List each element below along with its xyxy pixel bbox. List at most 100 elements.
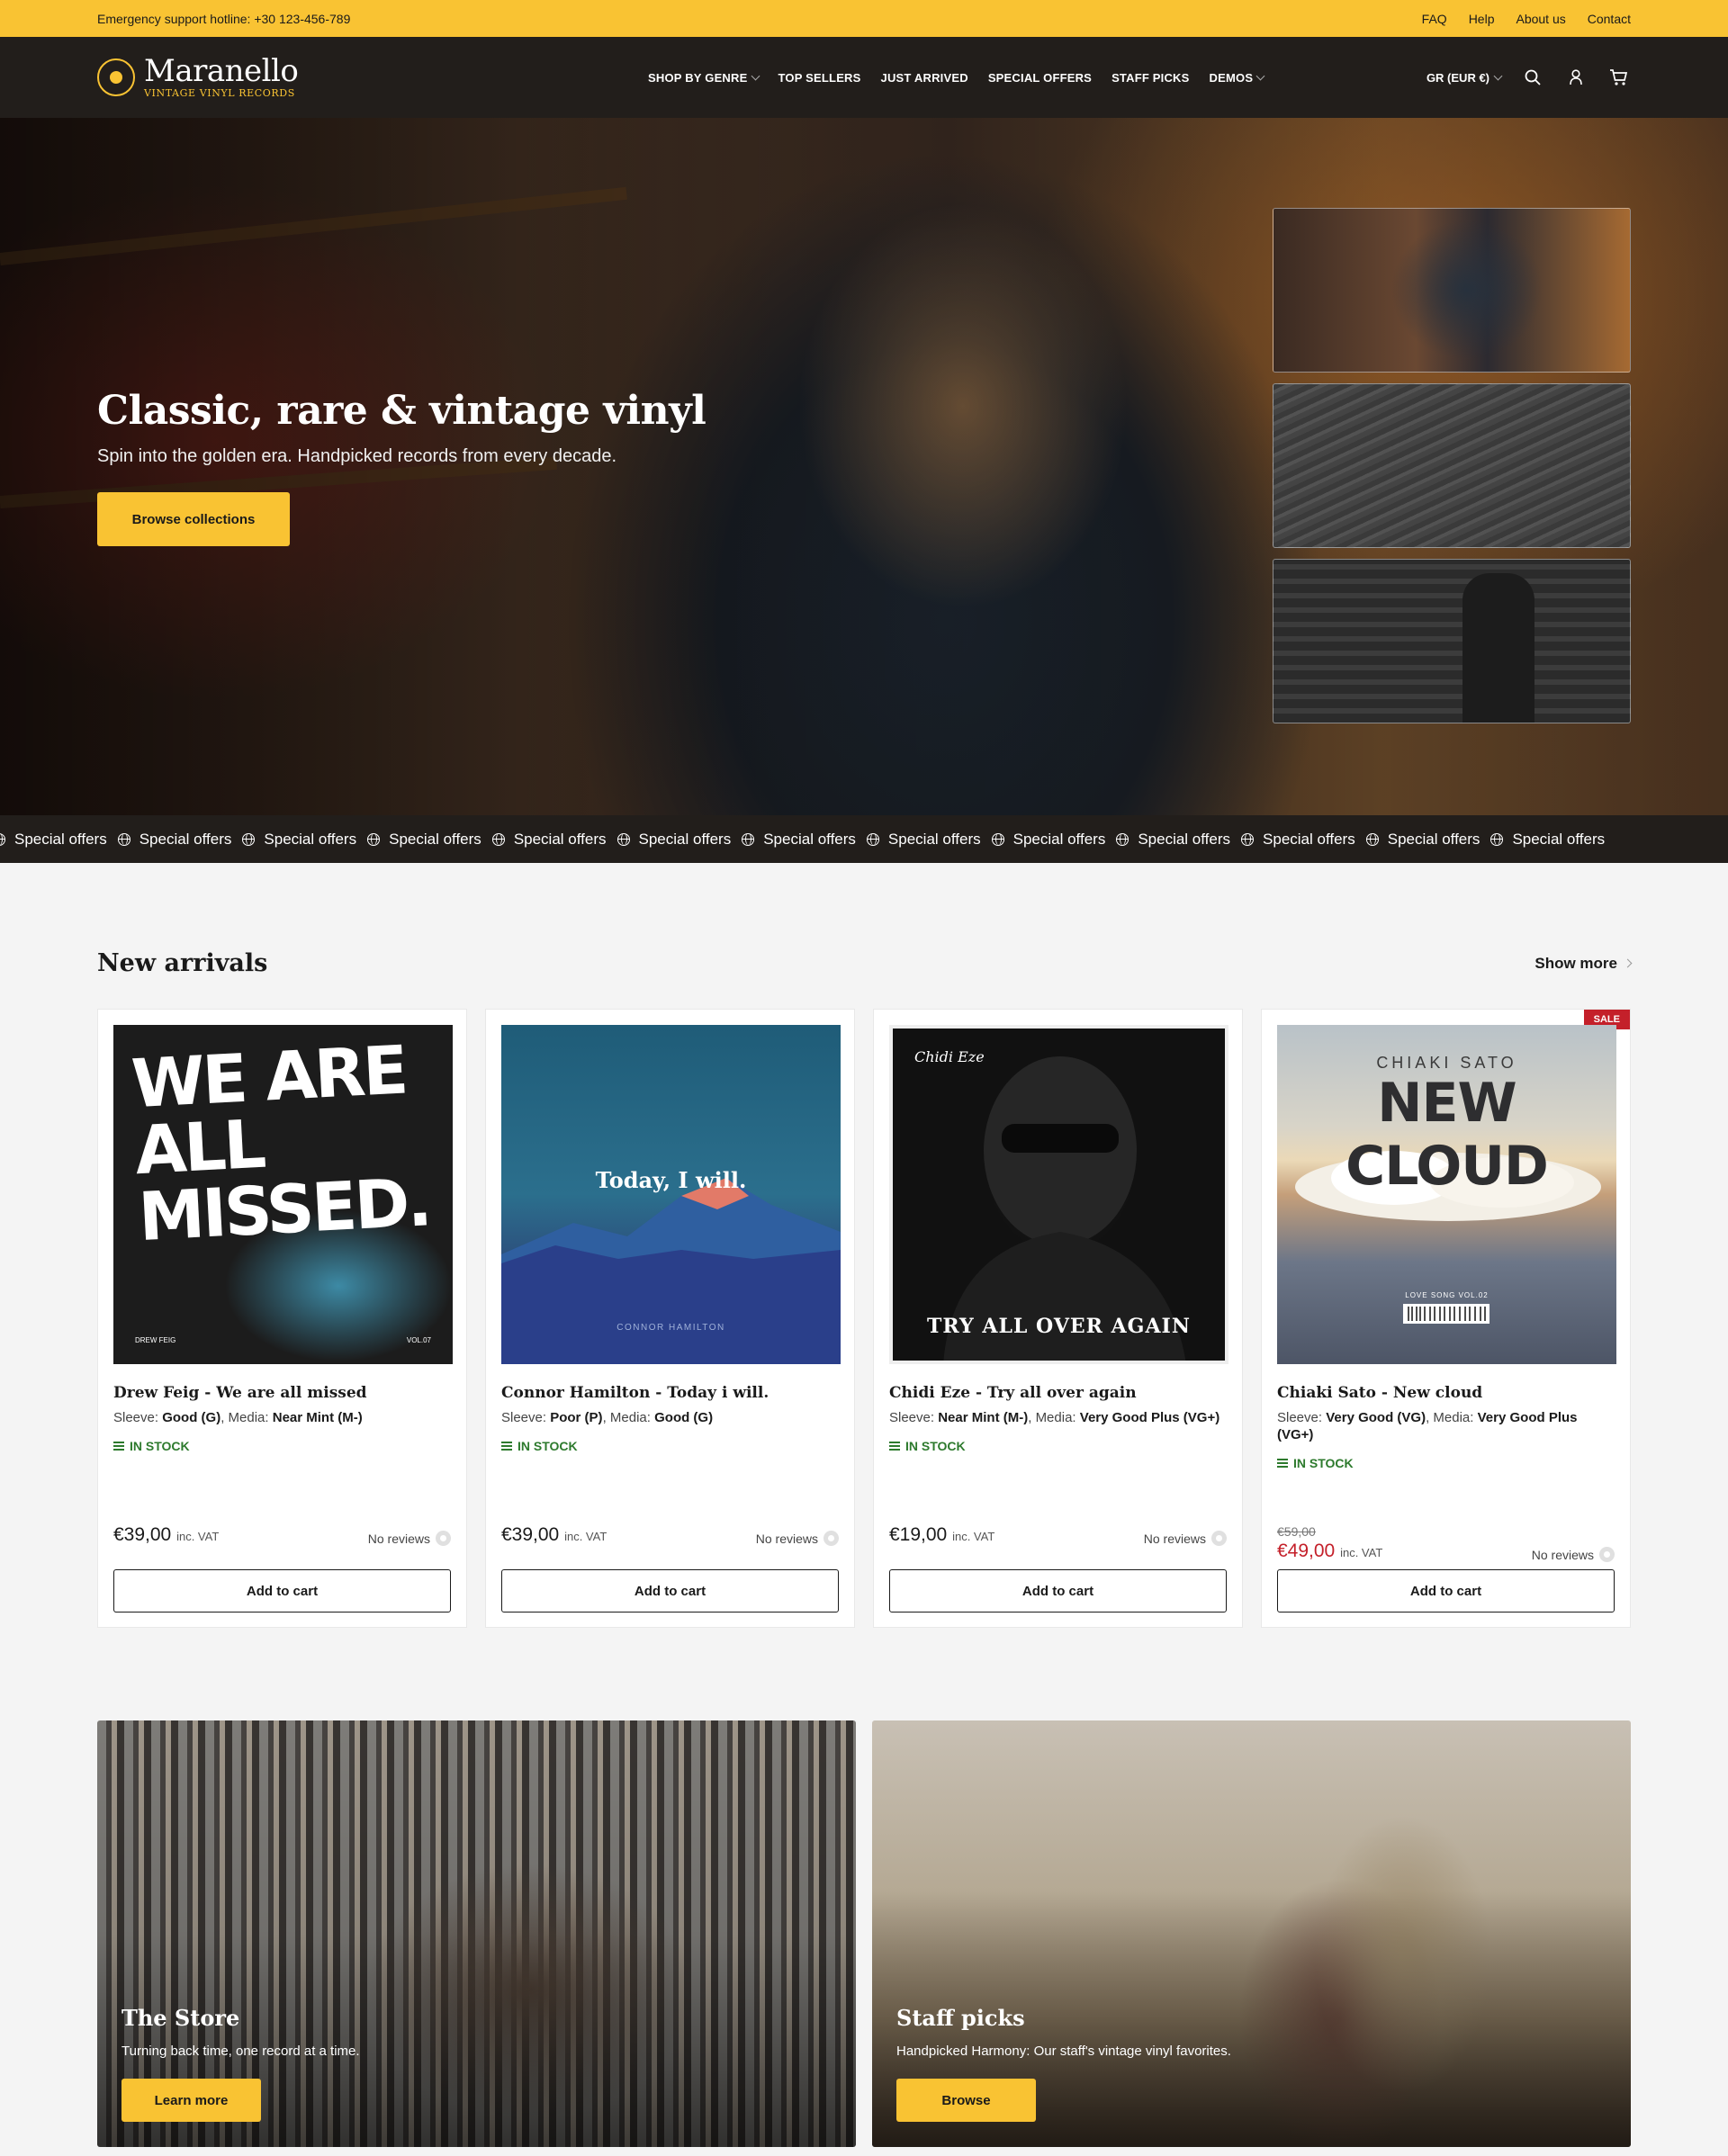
cover-artist: CHIAKI SATO bbox=[1376, 1054, 1517, 1072]
cover-text: WE ARE ALL MISSED. bbox=[130, 1031, 432, 1257]
album-cover[interactable]: Today, I will. CONNOR HAMILTON bbox=[501, 1025, 841, 1364]
ticker-item[interactable]: Special offers bbox=[991, 830, 1124, 849]
nav-shop-by-genre[interactable]: SHOP BY GENRE bbox=[648, 71, 760, 85]
price-row: €59,00 €49,00 inc. VAT No reviews bbox=[1277, 1524, 1615, 1562]
reviews[interactable]: No reviews bbox=[368, 1531, 451, 1546]
promo-title: The Store bbox=[122, 2005, 240, 2031]
cart-icon[interactable] bbox=[1607, 66, 1631, 89]
hero-subtitle: Spin into the golden era. Handpicked rec… bbox=[97, 446, 617, 466]
product-title[interactable]: Chiaki Sato - New cloud bbox=[1277, 1384, 1615, 1402]
ticker-item[interactable]: Special offers bbox=[367, 831, 500, 849]
link-help[interactable]: Help bbox=[1469, 12, 1495, 26]
nav-label: STAFF PICKS bbox=[1112, 70, 1190, 85]
promo-staff-picks[interactable]: Staff picks Handpicked Harmony: Our staf… bbox=[872, 1720, 1631, 2147]
globe-icon bbox=[1241, 832, 1255, 846]
add-to-cart-button[interactable]: Add to cart bbox=[1277, 1569, 1615, 1613]
browse-button[interactable]: Browse bbox=[896, 2079, 1036, 2122]
product-grading: Sleeve: Poor (P), Media: Good (G) bbox=[501, 1410, 714, 1425]
nav-label: TOP SELLERS bbox=[778, 70, 861, 85]
stock-status: IN STOCK bbox=[1277, 1456, 1615, 1470]
link-contact[interactable]: Contact bbox=[1588, 12, 1631, 26]
logo[interactable]: Maranello VINTAGE VINYL RECORDS bbox=[97, 56, 547, 99]
product-title[interactable]: Connor Hamilton - Today i will. bbox=[501, 1384, 839, 1402]
reviews[interactable]: No reviews bbox=[756, 1531, 839, 1546]
ticker-label: Special offers bbox=[1512, 830, 1606, 848]
old-price: €59,00 bbox=[1277, 1524, 1316, 1539]
hero-thumbnail[interactable] bbox=[1273, 208, 1631, 373]
product-card[interactable]: SALE CHIAKI SATO NEW CLOUD LOVE SONG VOL… bbox=[1261, 1009, 1631, 1628]
browse-collections-button[interactable]: Browse collections bbox=[97, 492, 290, 546]
ticker-item[interactable]: Special offers bbox=[1116, 831, 1248, 849]
product-grading: Sleeve: Very Good (VG), Media: Very Good… bbox=[1277, 1410, 1578, 1442]
nav-label: JUST ARRIVED bbox=[880, 70, 968, 85]
ticker-item[interactable]: Special offers bbox=[866, 830, 999, 849]
currency-selector[interactable]: GR (EUR €) bbox=[1426, 70, 1503, 85]
special-offers-ticker[interactable]: Special offers Special offers Special offe… bbox=[0, 815, 1728, 863]
ticker-label: Special offers bbox=[887, 830, 981, 848]
add-to-cart-button[interactable]: Add to cart bbox=[113, 1569, 451, 1613]
ticker-label: Special offers bbox=[1138, 830, 1231, 848]
price: €59,00 €49,00 inc. VAT bbox=[1277, 1524, 1382, 1562]
hero-thumbnail[interactable] bbox=[1273, 383, 1631, 548]
promo-subtitle: Handpicked Harmony: Our staff's vintage … bbox=[896, 2044, 1231, 2059]
reviews[interactable]: No reviews bbox=[1144, 1531, 1227, 1546]
ticker-label: Special offers bbox=[139, 830, 232, 848]
globe-icon bbox=[742, 832, 755, 846]
link-faq[interactable]: FAQ bbox=[1422, 12, 1447, 26]
currency-label: GR (EUR €) bbox=[1426, 70, 1490, 85]
stock-status: IN STOCK bbox=[889, 1439, 1227, 1453]
ticker-item[interactable]: Special offers bbox=[1365, 831, 1498, 849]
stock-status: IN STOCK bbox=[113, 1439, 451, 1453]
nav-special-offers[interactable]: SPECIAL OFFERS bbox=[988, 71, 1092, 85]
learn-more-button[interactable]: Learn more bbox=[122, 2079, 261, 2122]
product-card[interactable]: WE ARE ALL MISSED. DREW FEIG VOL.07 Drew… bbox=[97, 1009, 467, 1628]
user-icon[interactable] bbox=[1564, 66, 1588, 89]
product-card[interactable]: Today, I will. CONNOR HAMILTON Connor Ha… bbox=[485, 1009, 855, 1628]
ticker-item[interactable]: Special offers bbox=[742, 831, 874, 849]
ticker-item[interactable]: Special offers bbox=[0, 831, 125, 849]
vinyl-logo-icon bbox=[97, 58, 135, 96]
chevron-right-icon bbox=[1623, 958, 1633, 968]
stock-icon bbox=[889, 1442, 900, 1451]
hero-title: Classic, rare & vintage vinyl bbox=[97, 388, 706, 434]
review-star-icon bbox=[1599, 1547, 1615, 1562]
nav-label: SPECIAL OFFERS bbox=[987, 70, 1093, 85]
promo-copy: Staff picks Handpicked Harmony: Our staf… bbox=[896, 2005, 1231, 2122]
search-icon[interactable] bbox=[1521, 66, 1544, 89]
album-cover[interactable]: CHIAKI SATO NEW CLOUD LOVE SONG VOL.02 bbox=[1277, 1025, 1616, 1364]
product-title[interactable]: Chidi Eze - Try all over again bbox=[889, 1384, 1227, 1402]
product-card[interactable]: Chidi Eze TRY ALL OVER AGAIN Chidi Eze -… bbox=[873, 1009, 1243, 1628]
add-to-cart-button[interactable]: Add to cart bbox=[501, 1569, 839, 1613]
show-more-link[interactable]: Show more bbox=[1534, 955, 1633, 973]
hero-thumbnails bbox=[1273, 208, 1631, 723]
ticker-item[interactable]: Special offers bbox=[117, 830, 250, 849]
chevron-down-icon bbox=[1256, 71, 1265, 80]
nav-staff-picks[interactable]: STAFF PICKS bbox=[1112, 71, 1189, 85]
add-to-cart-button[interactable]: Add to cart bbox=[889, 1569, 1227, 1613]
hero-thumbnail[interactable] bbox=[1273, 559, 1631, 723]
product-grid: WE ARE ALL MISSED. DREW FEIG VOL.07 Drew… bbox=[97, 1009, 1631, 1628]
cover-subtitle: LOVE SONG VOL.02 bbox=[1405, 1291, 1489, 1299]
nav-just-arrived[interactable]: JUST ARRIVED bbox=[881, 71, 968, 85]
album-cover[interactable]: Chidi Eze TRY ALL OVER AGAIN bbox=[889, 1025, 1228, 1364]
ticker-item[interactable]: Special offers bbox=[1241, 831, 1373, 849]
link-about[interactable]: About us bbox=[1516, 12, 1565, 26]
ticker-item[interactable]: Special offers bbox=[1490, 831, 1623, 849]
reviews[interactable]: No reviews bbox=[1532, 1547, 1615, 1562]
header-actions: GR (EUR €) bbox=[1426, 66, 1631, 89]
nav-demos[interactable]: DEMOS bbox=[1210, 71, 1265, 85]
sale-price: €49,00 inc. VAT bbox=[1277, 1541, 1383, 1561]
hero-copy: Classic, rare & vintage vinyl Spin into … bbox=[97, 388, 706, 546]
album-cover[interactable]: WE ARE ALL MISSED. DREW FEIG VOL.07 bbox=[113, 1025, 453, 1364]
ticker-label: Special offers bbox=[14, 830, 107, 848]
ticker-item[interactable]: Special offers bbox=[491, 831, 625, 849]
cover-artist: Chidi Eze bbox=[914, 1048, 985, 1065]
ticker-label: Special offers bbox=[1263, 830, 1355, 848]
ticker-label: Special offers bbox=[1012, 830, 1106, 848]
ticker-item[interactable]: Special offers bbox=[242, 831, 374, 849]
product-title[interactable]: Drew Feig - We are all missed bbox=[113, 1384, 451, 1402]
nav-top-sellers[interactable]: TOP SELLERS bbox=[778, 71, 861, 85]
ticker-item[interactable]: Special offers bbox=[616, 831, 750, 849]
promo-the-store[interactable]: The Store Turning back time, one record … bbox=[97, 1720, 856, 2147]
cover-text: NEW CLOUD bbox=[1346, 1072, 1549, 1198]
